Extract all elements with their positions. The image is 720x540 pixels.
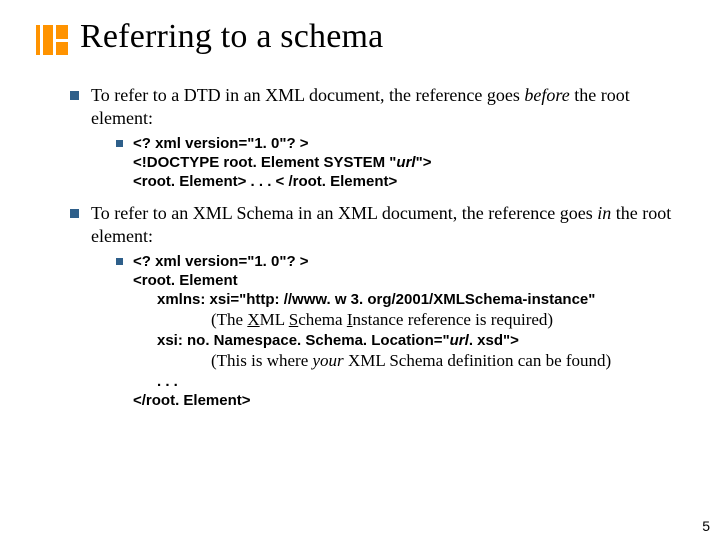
square-bullet-icon	[116, 258, 123, 265]
code-line: <? xml version="1. 0"? >	[133, 253, 309, 270]
code-line: <? xml version="1. 0"? >	[133, 135, 309, 152]
bullet-1-code: <? xml version="1. 0"? > <!DOCTYPE root.…	[116, 134, 692, 192]
code-line: <!DOCTYPE root. Element SYSTEM "	[133, 154, 396, 171]
bullet-2-text-em: in	[597, 203, 611, 223]
accent-icon	[36, 25, 68, 55]
slide-body: To refer to a DTD in an XML document, th…	[0, 56, 720, 410]
square-bullet-icon	[116, 140, 123, 147]
code-line: xmlns: xsi="http: //www. w 3. org/2001/X…	[133, 290, 692, 309]
title-row: Referring to a schema	[0, 0, 720, 56]
bullet-1: To refer to a DTD in an XML document, th…	[70, 84, 692, 130]
slide-title: Referring to a schema	[80, 18, 383, 56]
code-line: ">	[416, 154, 432, 171]
bullet-1-text-pre: To refer to a DTD in an XML document, th…	[91, 85, 524, 105]
page-number: 5	[702, 518, 710, 534]
bullet-2: To refer to an XML Schema in an XML docu…	[70, 202, 692, 248]
bullet-1-text-em: before	[524, 85, 569, 105]
bullet-2-code: <? xml version="1. 0"? > <root. Element …	[116, 252, 692, 411]
square-bullet-icon	[70, 209, 79, 218]
code-line: <root. Element	[133, 272, 238, 289]
code-line: xsi: no. Namespace. Schema. Location="	[157, 332, 450, 349]
code-url: url	[396, 154, 415, 171]
code-note: (This is where your XML Schema definitio…	[133, 350, 692, 372]
code-line: </root. Element>	[133, 392, 251, 409]
code-url: url	[450, 332, 469, 349]
code-line: . . .	[133, 372, 692, 391]
slide: Referring to a schema To refer to a DTD …	[0, 0, 720, 540]
code-line: . xsd">	[469, 332, 519, 349]
code-note: (The XML Schema Instance reference is re…	[133, 309, 692, 331]
code-line: <root. Element> . . . < /root. Element>	[133, 173, 397, 190]
bullet-2-text-pre: To refer to an XML Schema in an XML docu…	[91, 203, 597, 223]
square-bullet-icon	[70, 91, 79, 100]
